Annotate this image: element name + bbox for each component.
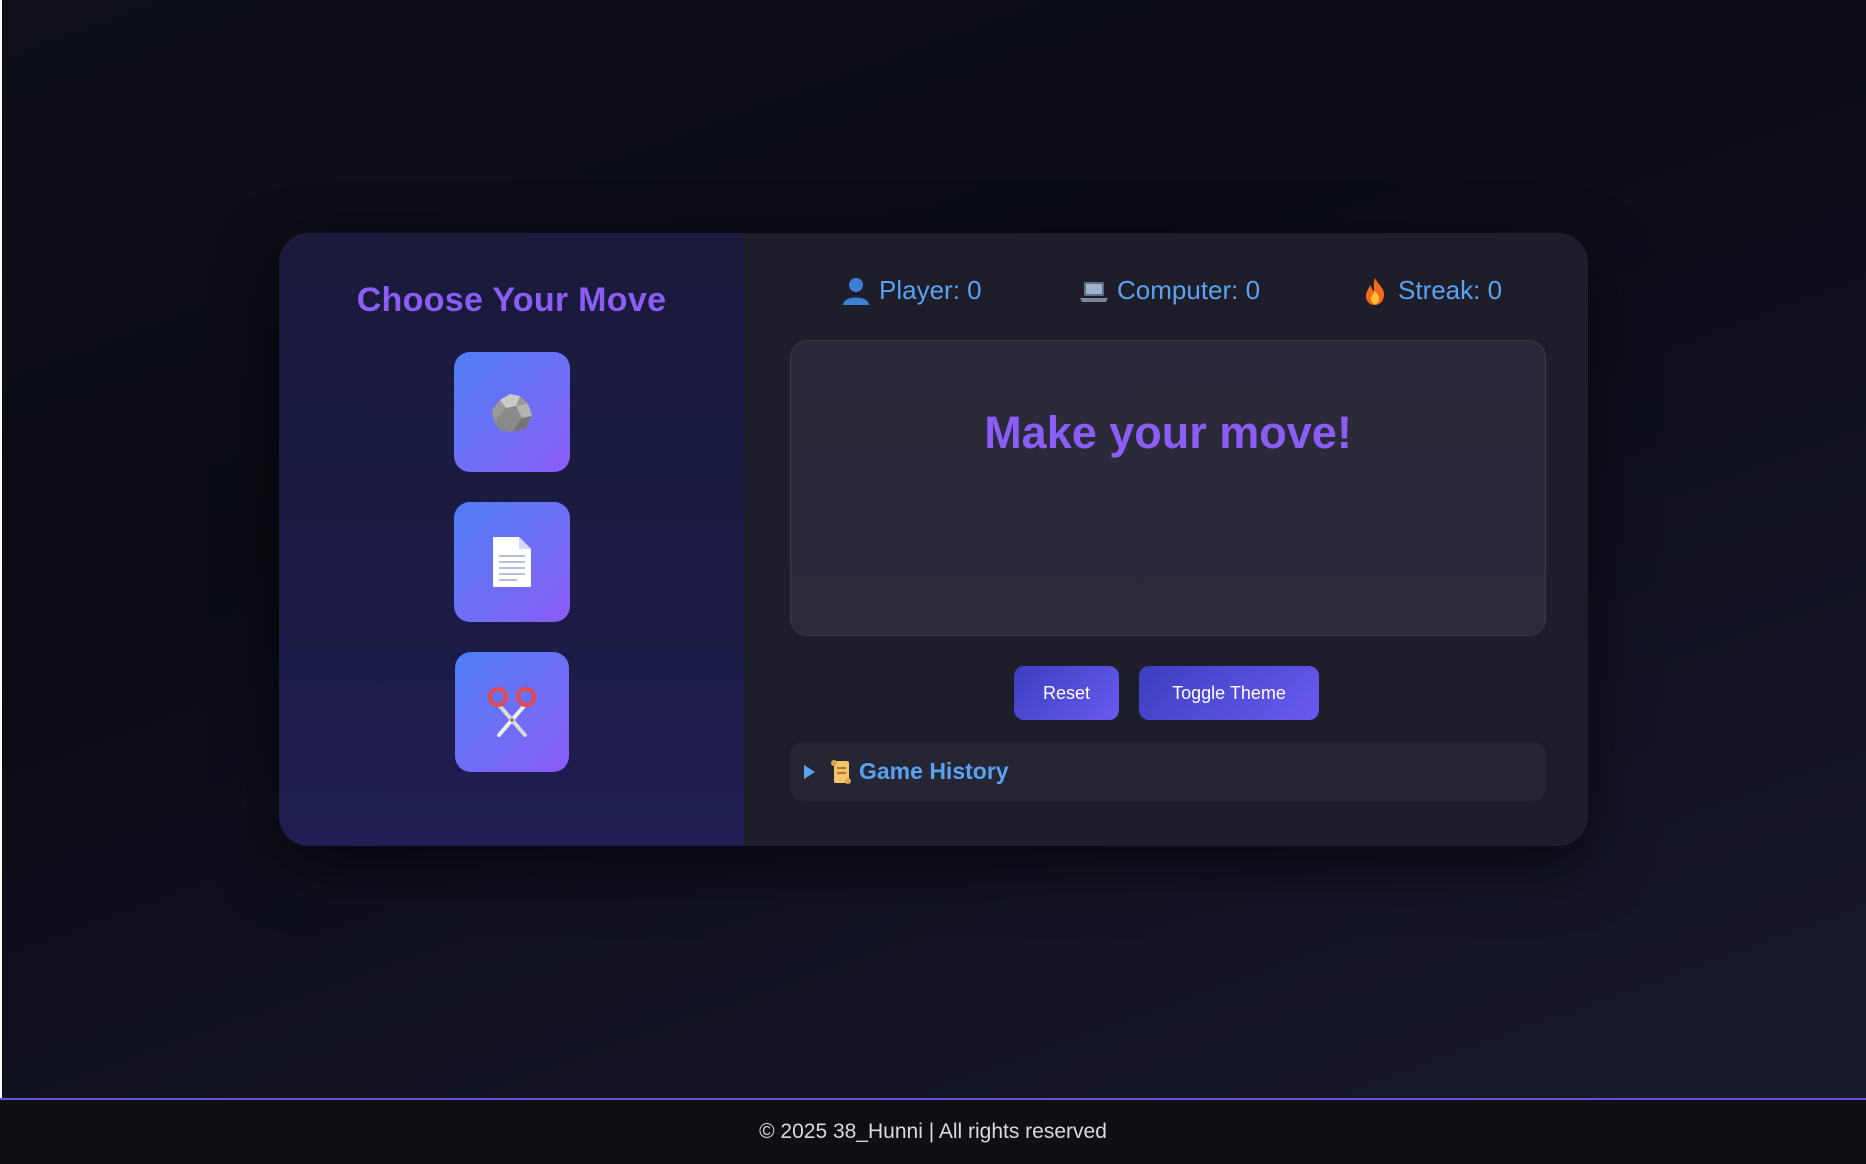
page-edge <box>0 0 2 1164</box>
scroll-icon <box>831 759 851 784</box>
footer-copyright: © 2025 38_Hunni | All rights reserved <box>759 1120 1107 1143</box>
player-score: Player: 0 <box>841 275 982 306</box>
game-history-toggle[interactable]: Game History <box>790 742 1546 801</box>
expand-triangle-icon <box>804 764 815 779</box>
computer-score: Computer: 0 <box>1079 275 1260 306</box>
paper-button[interactable] <box>453 502 570 622</box>
result-display: Make your move! <box>790 340 1546 636</box>
streak-score: Streak: 0 <box>1360 275 1502 306</box>
rock-icon <box>491 394 532 432</box>
rock-button[interactable] <box>453 352 570 472</box>
computer-score-text: Computer: 0 <box>1117 275 1261 305</box>
scoreboard: Player: 0 Computer: 0 Streak: 0 <box>279 275 1588 315</box>
player-score-text: Player: 0 <box>879 275 982 305</box>
laptop-icon <box>1080 281 1108 302</box>
paper-icon <box>492 537 531 587</box>
move-panel: Choose Your Move <box>279 233 744 846</box>
result-message: Make your move! <box>984 407 1352 458</box>
scissors-button[interactable] <box>454 652 569 772</box>
game-card: Choose Your Move Make your move! Reset T… <box>279 233 1588 846</box>
footer: © 2025 38_Hunni | All rights reserved <box>0 1098 1866 1164</box>
fire-icon <box>1366 277 1385 305</box>
toggle-theme-button[interactable]: Toggle Theme <box>1139 666 1319 720</box>
game-history-label: Game History <box>859 758 1009 784</box>
scissors-icon <box>487 687 536 737</box>
reset-button[interactable]: Reset <box>1014 666 1119 720</box>
streak-score-text: Streak: 0 <box>1398 275 1503 305</box>
person-icon <box>843 277 869 305</box>
game-panel: Make your move! Reset Toggle Theme Game … <box>744 233 1588 846</box>
